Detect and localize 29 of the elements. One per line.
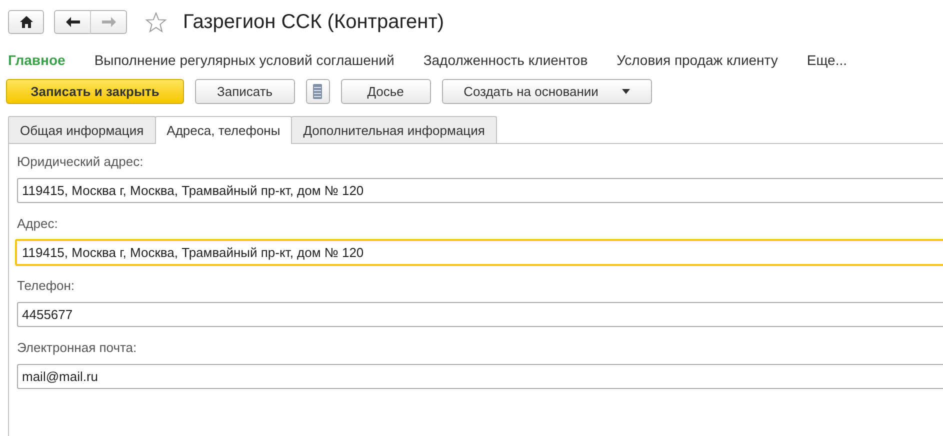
home-icon: [20, 16, 32, 28]
toolbar-button[interactable]: Записать: [195, 79, 295, 104]
list-button[interactable]: [306, 79, 330, 104]
nav-link[interactable]: Задолженность клиентов: [423, 52, 588, 68]
tab[interactable]: Адреса, телефоны: [154, 116, 292, 144]
nav-link[interactable]: Условия продаж клиенту: [616, 52, 778, 68]
window-title: Газрегион ССК (Контрагент): [183, 10, 444, 34]
home-button[interactable]: [8, 10, 44, 34]
tab[interactable]: Общая информация: [8, 116, 156, 143]
input-field[interactable]: 119415, Москва г, Москва, Трамвайный пр-кт, дом № 120: [17, 178, 943, 203]
input-field[interactable]: mail@mail.ru: [17, 364, 943, 389]
field-label: Адрес:: [17, 216, 59, 232]
create-based-on-button[interactable]: Создать на основании: [442, 79, 652, 104]
save-and-close-button[interactable]: Записать и закрыть: [6, 79, 184, 104]
back-arrow-icon: [66, 17, 80, 27]
field-label: Юридический адрес:: [17, 154, 144, 170]
input-field[interactable]: 4455677: [17, 302, 943, 327]
field-label: Телефон:: [17, 278, 76, 294]
input-field[interactable]: 119415, Москва г, Москва, Трамвайный пр-кт, дом № 120: [15, 239, 943, 266]
caret-icon: [622, 89, 630, 94]
list-icon: [313, 84, 322, 99]
toolbar-button[interactable]: Досье: [340, 79, 431, 104]
forward-arrow-icon: [102, 17, 116, 27]
field-label: Электронная почта:: [17, 340, 138, 356]
nav-link[interactable]: Выполнение регулярных условий соглашений: [94, 52, 394, 68]
nav-link[interactable]: Еще...: [806, 52, 848, 68]
back-button[interactable]: [54, 10, 91, 34]
tab[interactable]: Дополнительная информация: [291, 116, 497, 143]
favorite-star-icon[interactable]: [145, 12, 167, 32]
